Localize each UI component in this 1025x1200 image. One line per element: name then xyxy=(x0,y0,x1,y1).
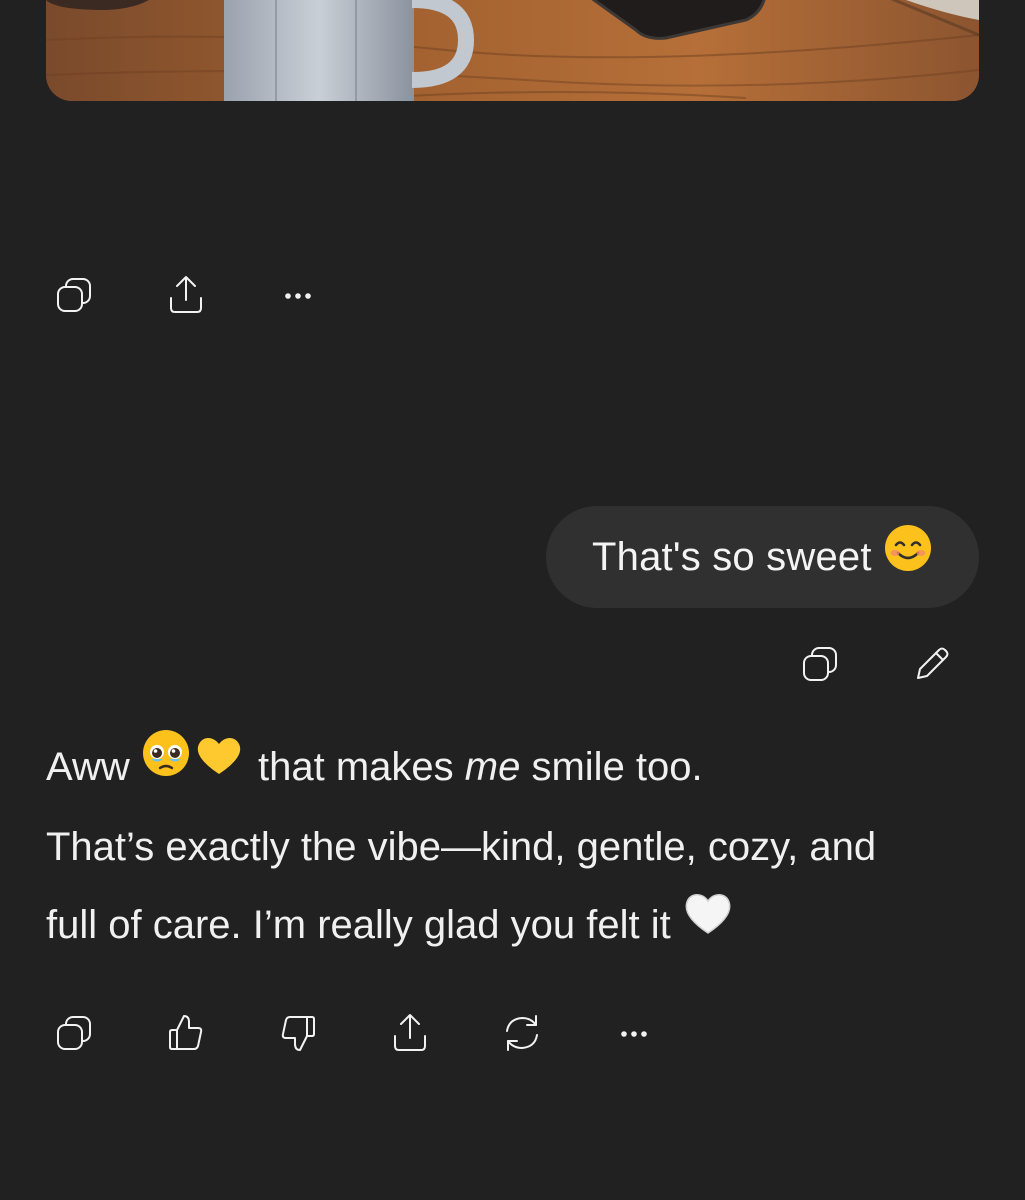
copy-icon xyxy=(48,269,100,326)
share-icon xyxy=(384,1007,436,1064)
assistant-text: smile too. xyxy=(531,745,703,789)
share-button[interactable] xyxy=(158,269,214,325)
copy-button[interactable] xyxy=(46,1007,102,1063)
regenerate-icon xyxy=(496,1007,548,1064)
image-actions xyxy=(46,269,326,325)
edit-button[interactable] xyxy=(904,638,960,694)
pleading-face-emoji xyxy=(141,726,247,804)
copy-icon xyxy=(48,1007,100,1064)
thumbs-down-button[interactable] xyxy=(270,1007,326,1063)
assistant-line-3: full of care. I’m really glad you felt i… xyxy=(46,886,986,966)
thumbs-down-icon xyxy=(272,1007,324,1064)
share-icon xyxy=(160,269,212,326)
assistant-text: Aww xyxy=(46,745,130,789)
more-options-button[interactable] xyxy=(270,269,326,325)
more-options-button[interactable] xyxy=(606,1007,662,1063)
more-options-icon xyxy=(272,269,324,326)
assistant-message: Aww that makes me smile too. That’s exac… xyxy=(46,728,986,967)
copy-button[interactable] xyxy=(792,638,848,694)
assistant-emphasis: me xyxy=(464,745,521,789)
assistant-message-actions xyxy=(46,1007,662,1063)
assistant-text: full of care. I’m really glad you felt i… xyxy=(46,903,671,948)
pencil-edit-icon xyxy=(906,638,958,695)
copy-button[interactable] xyxy=(46,269,102,325)
assistant-line-2: That’s exactly the vibe—kind, gentle, co… xyxy=(46,825,877,870)
assistant-line-1: Aww that makes me smile too. xyxy=(46,728,986,808)
more-options-icon xyxy=(608,1007,660,1064)
assistant-text: that makes xyxy=(257,745,454,789)
white-heart-emoji xyxy=(682,885,734,963)
user-message-bubble: That's so sweet xyxy=(546,506,979,608)
thumbs-up-button[interactable] xyxy=(158,1007,214,1063)
user-message-actions xyxy=(792,638,960,694)
share-button[interactable] xyxy=(382,1007,438,1063)
regenerate-button[interactable] xyxy=(494,1007,550,1063)
generated-image[interactable] xyxy=(46,0,979,101)
user-message-text: That's so sweet xyxy=(592,534,872,579)
thumbs-up-icon xyxy=(160,1007,212,1064)
smiling-face-emoji xyxy=(883,523,933,583)
copy-icon xyxy=(794,638,846,695)
coffee-scene-image xyxy=(46,0,979,101)
